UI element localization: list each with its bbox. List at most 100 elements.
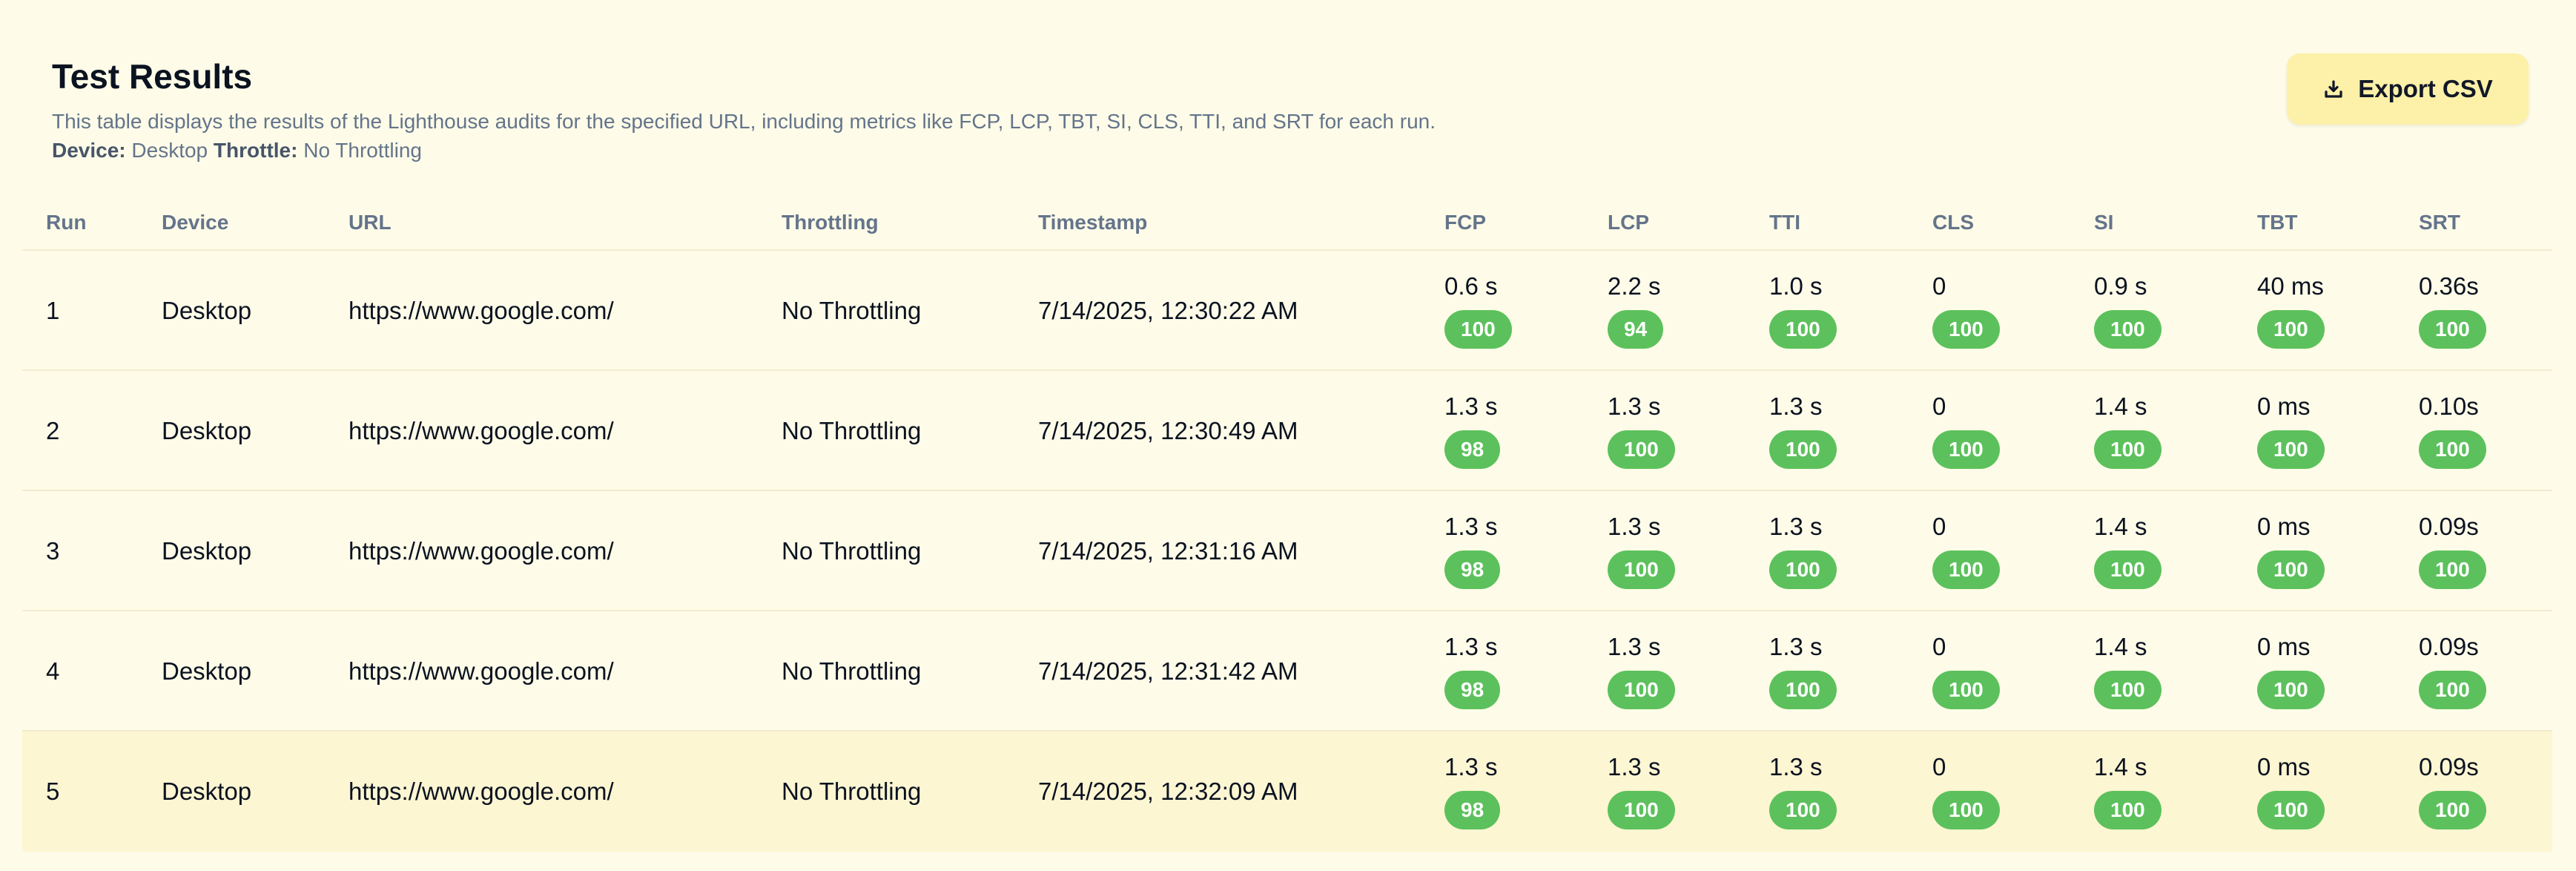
cell-timestamp: 7/14/2025, 12:30:22 AM	[1038, 297, 1298, 324]
cell-throttling: No Throttling	[782, 417, 922, 444]
column-header-url: URL	[349, 211, 392, 234]
table-row[interactable]: 1 Desktop https://www.google.com/No Thrott…	[22, 251, 2552, 371]
score-badge: 100	[1932, 310, 2000, 349]
cell-device: Desktop	[162, 417, 252, 444]
score-badge: 98	[1444, 550, 1501, 589]
score-badge: 100	[1932, 430, 2000, 469]
score-badge: 100	[1608, 550, 1675, 589]
cell-run: 4	[46, 657, 60, 685]
score-badge: 100	[2257, 550, 2325, 589]
metric-cell-lcp: 1.3 s 100	[1608, 392, 1675, 469]
score-badge: 100	[1608, 671, 1675, 709]
score-badge: 100	[1932, 671, 2000, 709]
metric-cell-tti: 1.0 s 100	[1769, 272, 1837, 349]
metric-cell-si: 1.4 s 100	[2094, 752, 2161, 829]
metric-value: 0 ms	[2257, 513, 2311, 540]
metric-cell-fcp: 1.3 s 98	[1444, 752, 1501, 829]
table-row[interactable]: 5 Desktop https://www.google.com/No Thrott…	[22, 732, 2552, 852]
cell-url: https://www.google.com/	[349, 537, 614, 565]
metric-cell-fcp: 1.3 s 98	[1444, 512, 1501, 589]
score-badge: 100	[1608, 430, 1675, 469]
score-badge: 100	[2257, 671, 2325, 709]
metric-value: 1.3 s	[1444, 513, 1498, 540]
metric-cell-tbt: 40 ms 100	[2257, 272, 2325, 349]
export-csv-button[interactable]: Export CSV	[2287, 53, 2529, 125]
cell-device: Desktop	[162, 537, 252, 565]
table-row[interactable]: 3 Desktop https://www.google.com/No Thrott…	[22, 491, 2552, 611]
cell-run: 3	[46, 537, 60, 565]
metric-value: 0	[1932, 753, 1946, 780]
score-badge: 100	[1608, 791, 1675, 829]
score-badge: 100	[2094, 550, 2161, 589]
metric-cell-cls: 0 100	[1932, 392, 2000, 469]
metric-cell-cls: 0 100	[1932, 272, 2000, 349]
metric-value: 1.3 s	[1769, 513, 1823, 540]
cell-url: https://www.google.com/	[349, 778, 614, 805]
metric-value: 1.4 s	[2094, 633, 2147, 660]
score-badge: 100	[2257, 791, 2325, 829]
score-badge: 100	[2094, 430, 2161, 469]
cell-throttling: No Throttling	[782, 297, 922, 324]
metric-cell-tti: 1.3 s 100	[1769, 392, 1837, 469]
metric-cell-cls: 0 100	[1932, 512, 2000, 589]
cell-url: https://www.google.com/	[349, 657, 614, 685]
metric-cell-fcp: 1.3 s 98	[1444, 632, 1501, 709]
metric-value: 1.3 s	[1769, 753, 1823, 780]
metric-cell-si: 1.4 s 100	[2094, 512, 2161, 589]
score-badge: 100	[1932, 791, 2000, 829]
score-badge: 100	[2419, 550, 2486, 589]
test-results-page: Test Results This table displays the res…	[0, 0, 2576, 871]
score-badge: 100	[1769, 430, 1837, 469]
metric-value: 0.09s	[2419, 513, 2479, 540]
metric-cell-tbt: 0 ms 100	[2257, 392, 2325, 469]
device-value: Desktop	[131, 139, 208, 162]
score-badge: 100	[2094, 791, 2161, 829]
score-badge: 100	[1769, 550, 1837, 589]
metric-cell-fcp: 0.6 s 100	[1444, 272, 1512, 349]
cell-device: Desktop	[162, 778, 252, 805]
table-row[interactable]: 2 Desktop https://www.google.com/No Thrott…	[22, 371, 2552, 491]
table-body: 1 Desktop https://www.google.com/No Thrott…	[22, 251, 2552, 852]
metric-value: 0.09s	[2419, 633, 2479, 660]
device-label: Device:	[52, 139, 126, 162]
metric-value: 1.3 s	[1769, 633, 1823, 660]
metric-value: 1.3 s	[1444, 753, 1498, 780]
table-row[interactable]: 4 Desktop https://www.google.com/No Thrott…	[22, 611, 2552, 732]
download-icon	[2325, 80, 2342, 98]
metric-value: 1.4 s	[2094, 392, 2147, 420]
score-badge: 98	[1444, 430, 1501, 469]
score-badge: 100	[1444, 310, 1512, 349]
metric-cell-tti: 1.3 s 100	[1769, 512, 1837, 589]
score-badge: 100	[2419, 791, 2486, 829]
metric-cell-tti: 1.3 s 100	[1769, 752, 1837, 829]
metric-value: 1.3 s	[1608, 753, 1661, 780]
cell-url: https://www.google.com/	[349, 297, 614, 324]
metric-cell-srt: 0.10s 100	[2419, 392, 2486, 469]
metric-value: 1.3 s	[1444, 633, 1498, 660]
metric-cell-tbt: 0 ms 100	[2257, 632, 2325, 709]
metric-value: 0.9 s	[2094, 272, 2147, 300]
throttle-label: Throttle:	[213, 139, 298, 162]
metric-value: 0	[1932, 513, 1946, 540]
score-badge: 100	[2094, 310, 2161, 349]
metric-value: 1.3 s	[1444, 392, 1498, 420]
cell-run: 1	[46, 297, 60, 324]
metric-value: 2.2 s	[1608, 272, 1661, 300]
metric-value: 0.36s	[2419, 272, 2479, 300]
metric-value: 1.4 s	[2094, 513, 2147, 540]
cell-run: 2	[46, 417, 60, 444]
metric-value: 40 ms	[2257, 272, 2324, 300]
metric-value: 0 ms	[2257, 633, 2311, 660]
metric-value: 1.3 s	[1608, 392, 1661, 420]
metric-cell-fcp: 1.3 s 98	[1444, 392, 1501, 469]
score-badge: 98	[1444, 671, 1501, 709]
metric-value: 1.3 s	[1608, 513, 1661, 540]
metric-value: 0	[1932, 633, 1946, 660]
metric-cell-lcp: 2.2 s 94	[1608, 272, 1664, 349]
cell-timestamp: 7/14/2025, 12:31:16 AM	[1038, 537, 1298, 565]
metric-value: 1.3 s	[1769, 392, 1823, 420]
score-badge: 100	[2257, 310, 2325, 349]
metric-cell-si: 1.4 s 100	[2094, 392, 2161, 469]
column-header-srt: SRT	[2419, 211, 2460, 234]
cell-device: Desktop	[162, 297, 252, 324]
